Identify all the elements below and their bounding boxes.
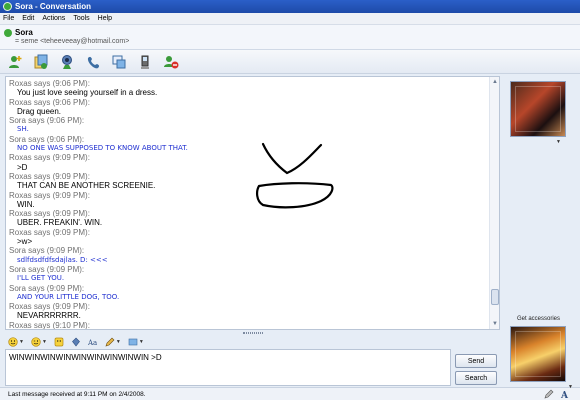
send-files-icon[interactable]: [32, 53, 50, 71]
nudge-icon: [72, 337, 80, 347]
message-sender: Sora says (9:09 PM):: [9, 264, 85, 274]
menu-bar: File Edit Actions Tools Help: [0, 13, 580, 25]
contact-name[interactable]: Sora: [15, 28, 33, 37]
scroll-thumb[interactable]: [491, 289, 499, 305]
activities-icon[interactable]: [110, 53, 128, 71]
contact-email: = seme <teheeveeay@hotmail.com>: [15, 38, 130, 45]
chat-message: Roxas says (9:06 PM): Drag queen.: [9, 98, 499, 117]
message-text: You just love seeing yourself in a dress…: [17, 88, 158, 98]
svg-text:A: A: [560, 391, 569, 399]
handwriting-button[interactable]: ▼: [105, 337, 121, 347]
chevron-down-icon: ▼: [115, 339, 121, 345]
chat-message: Sora says (9:09 PM): I'LL GET YOU.: [9, 265, 499, 284]
messenger-icon: [3, 2, 12, 11]
chevron-down-icon: ▼: [19, 339, 24, 345]
message-text: UBER. FREAKIN'. WIN.: [17, 218, 103, 228]
message-sender: Roxas says (9:09 PM):: [9, 302, 90, 312]
conversation-toolbar: [0, 50, 580, 74]
format-toolbar: ▼ ▼ Aa ▼ ▼: [5, 335, 500, 349]
message-text: NEVARRRRRRR.: [17, 311, 81, 321]
message-sender: Sora says (9:09 PM):: [9, 283, 85, 293]
message-sender: Roxas says (9:06 PM):: [9, 97, 90, 107]
webcam-icon[interactable]: [58, 53, 76, 71]
invite-contact-icon[interactable]: [6, 53, 24, 71]
menu-file[interactable]: File: [3, 15, 14, 22]
search-button[interactable]: Search: [455, 371, 497, 385]
chevron-down-icon[interactable]: ▼: [568, 384, 573, 390]
chat-message: Roxas says (9:09 PM): NEVARRRRRRR.: [9, 302, 499, 321]
title-bar[interactable]: Sora - Conversation: [0, 0, 580, 13]
send-button[interactable]: Send: [455, 354, 497, 368]
winks-button[interactable]: ▼: [31, 337, 47, 347]
options-icon: [128, 338, 138, 346]
menu-help[interactable]: Help: [98, 15, 112, 22]
last-message-status: Last message received at 9:11 PM on 2/4/…: [8, 390, 146, 398]
status-bar: Last message received at 9:11 PM on 2/4/…: [0, 387, 580, 400]
conversation-history[interactable]: Roxas says (9:06 PM): You just love seein…: [5, 76, 500, 330]
chevron-down-icon[interactable]: ▼: [556, 139, 561, 145]
chevron-down-icon: ▼: [138, 339, 144, 345]
get-accessories-link[interactable]: Get accessories: [517, 316, 560, 322]
message-text: sdlfdsdfdfsdajlas. D: <<<: [17, 255, 108, 264]
message-text: I'LL GET YOU.: [17, 274, 65, 283]
menu-actions[interactable]: Actions: [42, 15, 65, 22]
message-input[interactable]: WINWINWINWINWINWINWINWINWIN >D: [5, 349, 451, 386]
chat-message: Sora says (9:06 PM): SH.: [9, 116, 499, 135]
chat-message: Sora says (9:09 PM): AND YOUR LITTLE DOG,…: [9, 284, 499, 303]
smiley-icon: [8, 337, 18, 347]
background-icon: [54, 337, 64, 347]
message-text: >w>: [17, 237, 33, 247]
chat-scrollbar[interactable]: ▲ ▼: [489, 77, 499, 329]
chat-message: Roxas says (9:09 PM): >w>: [9, 228, 499, 247]
scribble-drawing: [256, 142, 334, 209]
games-icon[interactable]: [136, 53, 154, 71]
nudge-button[interactable]: [71, 337, 81, 347]
message-text: SH.: [17, 125, 29, 134]
message-sender: Sora says (9:06 PM):: [9, 116, 85, 126]
scroll-down-icon[interactable]: ▼: [490, 319, 499, 329]
font-icon: Aa: [88, 339, 97, 347]
wink-icon: [31, 337, 41, 347]
call-icon[interactable]: [84, 53, 102, 71]
svg-text:Aa: Aa: [88, 339, 97, 347]
chevron-down-icon: ▼: [41, 339, 47, 345]
block-icon[interactable]: [162, 53, 180, 71]
display-pictures-pane: ▼ Get accessories ▼: [503, 76, 580, 390]
backgrounds-button[interactable]: [54, 337, 64, 347]
chat-message: Roxas says (9:10 PM):: [9, 320, 499, 330]
menu-edit[interactable]: Edit: [22, 15, 34, 22]
message-text: Drag queen.: [17, 106, 62, 116]
message-text: AND YOUR LITTLE DOG, TOO.: [17, 292, 120, 301]
scroll-up-icon[interactable]: ▲: [490, 77, 499, 87]
pen-icon: [105, 337, 115, 347]
online-status-icon: [4, 28, 12, 37]
message-sender: Roxas says (9:10 PM):: [9, 320, 90, 330]
message-sender: Roxas says (9:06 PM):: [9, 79, 90, 88]
message-sender: Roxas says (9:09 PM):: [9, 209, 90, 219]
chat-message: Roxas says (9:06 PM): You just love seein…: [9, 79, 499, 98]
menu-tools[interactable]: Tools: [73, 15, 89, 22]
contact-header: Sora = seme <teheeveeay@hotmail.com>: [0, 25, 580, 50]
type-mode-icon[interactable]: A: [560, 389, 570, 399]
my-display-picture[interactable]: [510, 326, 566, 382]
chat-message: Roxas says (9:09 PM): UBER. FREAKIN'. WIN…: [9, 209, 499, 228]
window-title: Sora - Conversation: [15, 2, 92, 11]
contact-display-picture[interactable]: [510, 81, 566, 137]
emoticons-button[interactable]: ▼: [8, 337, 24, 347]
chat-message: Sora says (9:09 PM): sdlfdsdfdfsdajlas. D…: [9, 246, 499, 265]
message-sender: Sora says (9:09 PM):: [9, 246, 85, 256]
font-button[interactable]: Aa: [88, 337, 98, 347]
message-sender: Roxas says (9:09 PM):: [9, 227, 90, 237]
handwrite-mode-icon[interactable]: [544, 389, 554, 399]
more-options-button[interactable]: ▼: [128, 337, 144, 347]
